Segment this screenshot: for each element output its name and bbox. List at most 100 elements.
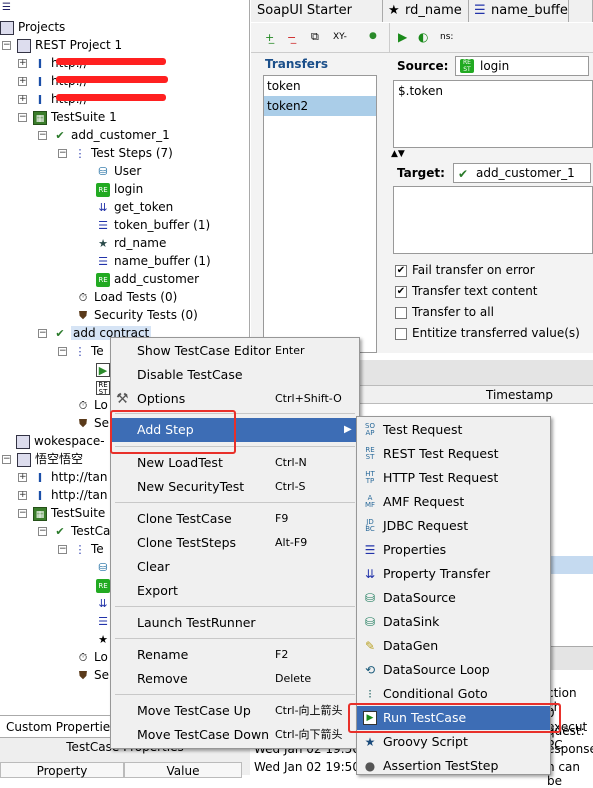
submenu-datasource[interactable]: ⛁ DataSource: [357, 586, 550, 610]
menu-clear[interactable]: Clear: [111, 555, 359, 579]
tree-node-service-tan-2[interactable]: + Ihttp://tan: [18, 486, 107, 504]
tab-name-buffer[interactable]: ☰ name_buffer: [469, 0, 573, 22]
submenu-datasource-loop[interactable]: ⟲ DataSource Loop: [357, 658, 550, 682]
submenu-test-request[interactable]: SO AP Test Request: [357, 418, 550, 442]
tree-node-test-steps-3[interactable]: − ⋮ Te: [58, 540, 104, 558]
submenu-datasink[interactable]: ⛁ DataSink: [357, 610, 550, 634]
xy-button[interactable]: XY-: [333, 32, 347, 42]
column-header-property[interactable]: Property: [0, 762, 124, 778]
menu-show-testcase-editor[interactable]: Show TestCase Editor Enter: [111, 339, 359, 363]
option-transfer-text[interactable]: ✔ Transfer text content: [395, 281, 538, 301]
menu-clone-testcase[interactable]: Clone TestCase F9: [111, 507, 359, 531]
tree-node-step-get-token[interactable]: ⇊ get_token: [96, 198, 173, 216]
collapse-icon[interactable]: −: [58, 545, 67, 554]
run-icon[interactable]: ▶: [398, 30, 407, 44]
tab-overflow[interactable]: [569, 0, 593, 22]
run-all-icon[interactable]: ◐: [418, 30, 428, 44]
option-transfer-to-all[interactable]: Transfer to all: [395, 302, 494, 322]
collapse-icon[interactable]: −: [38, 527, 47, 536]
tree-node-step-token-buffer[interactable]: ☰ token_buffer (1): [96, 216, 210, 234]
submenu-property-transfer[interactable]: ⇊ Property Transfer: [357, 562, 550, 586]
collapse-icon[interactable]: −: [2, 455, 11, 464]
menu-rename[interactable]: Rename F2: [111, 643, 359, 667]
tab-rd-name[interactable]: ★ rd_name: [383, 0, 469, 22]
copy-icon[interactable]: ⧉: [311, 30, 319, 44]
submenu-rest-test-request[interactable]: RE ST REST Test Request: [357, 442, 550, 466]
menu-move-testcase-up[interactable]: Move TestCase Up Ctrl-向上箭头: [111, 699, 359, 723]
collapse-icon[interactable]: −: [38, 131, 47, 140]
tree-node-load-tests[interactable]: ⏱ Load Tests (0): [76, 288, 178, 306]
tree-node-testsuite-2[interactable]: − ▦ TestSuite: [18, 504, 105, 522]
tree-node-wukong-project[interactable]: − 悟空悟空: [2, 450, 83, 468]
tree-node-test-steps[interactable]: − ⋮ Test Steps (7): [58, 144, 173, 162]
menu-new-securitytest[interactable]: New SecurityTest Ctrl-S: [111, 475, 359, 499]
collapse-icon[interactable]: −: [38, 329, 47, 338]
tree-node-step-user[interactable]: ⛁ User: [96, 162, 141, 180]
tree-node-test-steps-2[interactable]: − ⋮ Te: [58, 342, 104, 360]
submenu-properties[interactable]: ☰ Properties: [357, 538, 550, 562]
menu-new-loadtest[interactable]: New LoadTest Ctrl-N: [111, 451, 359, 475]
timestamp-header[interactable]: Timestamp: [486, 388, 553, 402]
target-combo[interactable]: ✔ add_customer_1: [453, 163, 591, 183]
source-combo[interactable]: RE ST login: [455, 56, 589, 76]
source-expression-field[interactable]: $.token: [393, 80, 593, 148]
collapse-icon[interactable]: −: [18, 509, 27, 518]
expand-icon[interactable]: +: [18, 95, 27, 104]
transfer-item-token2[interactable]: token2: [264, 96, 376, 116]
submenu-assertion-teststep[interactable]: ● Assertion TestStep: [357, 754, 550, 778]
menu-move-testcase-down[interactable]: Move TestCase Down Ctrl-向下箭头: [111, 723, 359, 747]
tree-node-step-add-customer[interactable]: RE ST add_customer: [96, 270, 199, 298]
submenu-http-test-request[interactable]: HT TP HTTP Test Request: [357, 466, 550, 490]
target-expression-field[interactable]: [393, 186, 593, 254]
submenu-groovy-script[interactable]: ★ Groovy Script: [357, 730, 550, 754]
tree-node-testcase-add-customer[interactable]: − ✔ add_customer_1: [38, 126, 170, 144]
namespace-button[interactable]: ns:: [440, 32, 453, 42]
tree-node-step-name-buffer[interactable]: ☰ name_buffer (1): [96, 252, 211, 270]
checkbox-unchecked-icon[interactable]: [395, 327, 407, 340]
tree-node-workspace[interactable]: wokespace-: [16, 432, 105, 450]
tree-menu-icon[interactable]: ☰: [2, 2, 11, 13]
collapse-icon[interactable]: −: [58, 149, 67, 158]
log-row[interactable]: Wed Jan 02 19:50: [254, 760, 360, 774]
checkbox-checked-icon[interactable]: ✔: [395, 285, 407, 298]
submenu-amf-request[interactable]: A MF AMF Request: [357, 490, 550, 514]
menu-clone-teststeps[interactable]: Clone TestSteps Alt-F9: [111, 531, 359, 555]
tree-node-testcase-2[interactable]: − ✔ TestCa: [38, 522, 110, 540]
option-fail-transfer[interactable]: ✔ Fail transfer on error: [395, 260, 535, 280]
log-selected-row[interactable]: [551, 556, 593, 574]
tree-node-security-tests-3[interactable]: ⛊ Se: [76, 666, 109, 684]
checkbox-checked-icon[interactable]: ✔: [395, 264, 407, 277]
submenu-datagen[interactable]: ✎ DataGen: [357, 634, 550, 658]
expand-icon[interactable]: +: [18, 491, 27, 500]
checkbox-unchecked-icon[interactable]: [395, 306, 407, 319]
tab-soapui-starter-page[interactable]: SoapUI Starter Page: [251, 0, 383, 40]
tree-node-load-tests-3[interactable]: ⏱ Lo: [76, 648, 108, 666]
expand-icon[interactable]: +: [18, 59, 27, 68]
add-transfer-icon[interactable]: +̲: [265, 31, 274, 44]
column-header-value[interactable]: Value: [124, 762, 242, 778]
option-entitize[interactable]: Entitize transferred value(s): [395, 323, 580, 343]
splitter-arrows-icon[interactable]: ▲▼: [391, 149, 405, 159]
menu-disable-testcase[interactable]: Disable TestCase: [111, 363, 359, 387]
tree-node-step-rd-name[interactable]: ★ rd_name: [96, 234, 166, 252]
tab-custom-properties[interactable]: Custom Properties: [0, 716, 118, 738]
submenu-jdbc-request[interactable]: JD BC JDBC Request: [357, 514, 550, 538]
tree-node-step-login[interactable]: RE ST login: [96, 180, 143, 208]
collapse-icon[interactable]: −: [18, 113, 27, 122]
expand-icon[interactable]: +: [18, 77, 27, 86]
remove-transfer-icon[interactable]: −̲: [287, 31, 296, 44]
tree-node-security-tests[interactable]: ⛊ Security Tests (0): [76, 306, 198, 324]
collapse-icon[interactable]: −: [2, 41, 11, 50]
tree-node-security-tests-2[interactable]: ⛊ Se: [76, 414, 109, 432]
menu-remove[interactable]: Remove Delete: [111, 667, 359, 691]
collapse-icon[interactable]: −: [58, 347, 67, 356]
menu-launch-testrunner[interactable]: Launch TestRunner: [111, 611, 359, 635]
tree-node-load-tests-2[interactable]: ⏱ Lo: [76, 396, 108, 414]
expand-icon[interactable]: +: [18, 473, 27, 482]
menu-options[interactable]: ⚒ Options Ctrl+Shift-O: [111, 387, 359, 411]
transfer-item-token[interactable]: token: [264, 76, 376, 96]
menu-export[interactable]: Export: [111, 579, 359, 603]
tree-node-service-tan-1[interactable]: + Ihttp://tan: [18, 468, 107, 486]
tree-node-projects[interactable]: Projects: [0, 18, 65, 36]
tree-node-testsuite-1[interactable]: − ▦ TestSuite 1: [18, 108, 117, 126]
